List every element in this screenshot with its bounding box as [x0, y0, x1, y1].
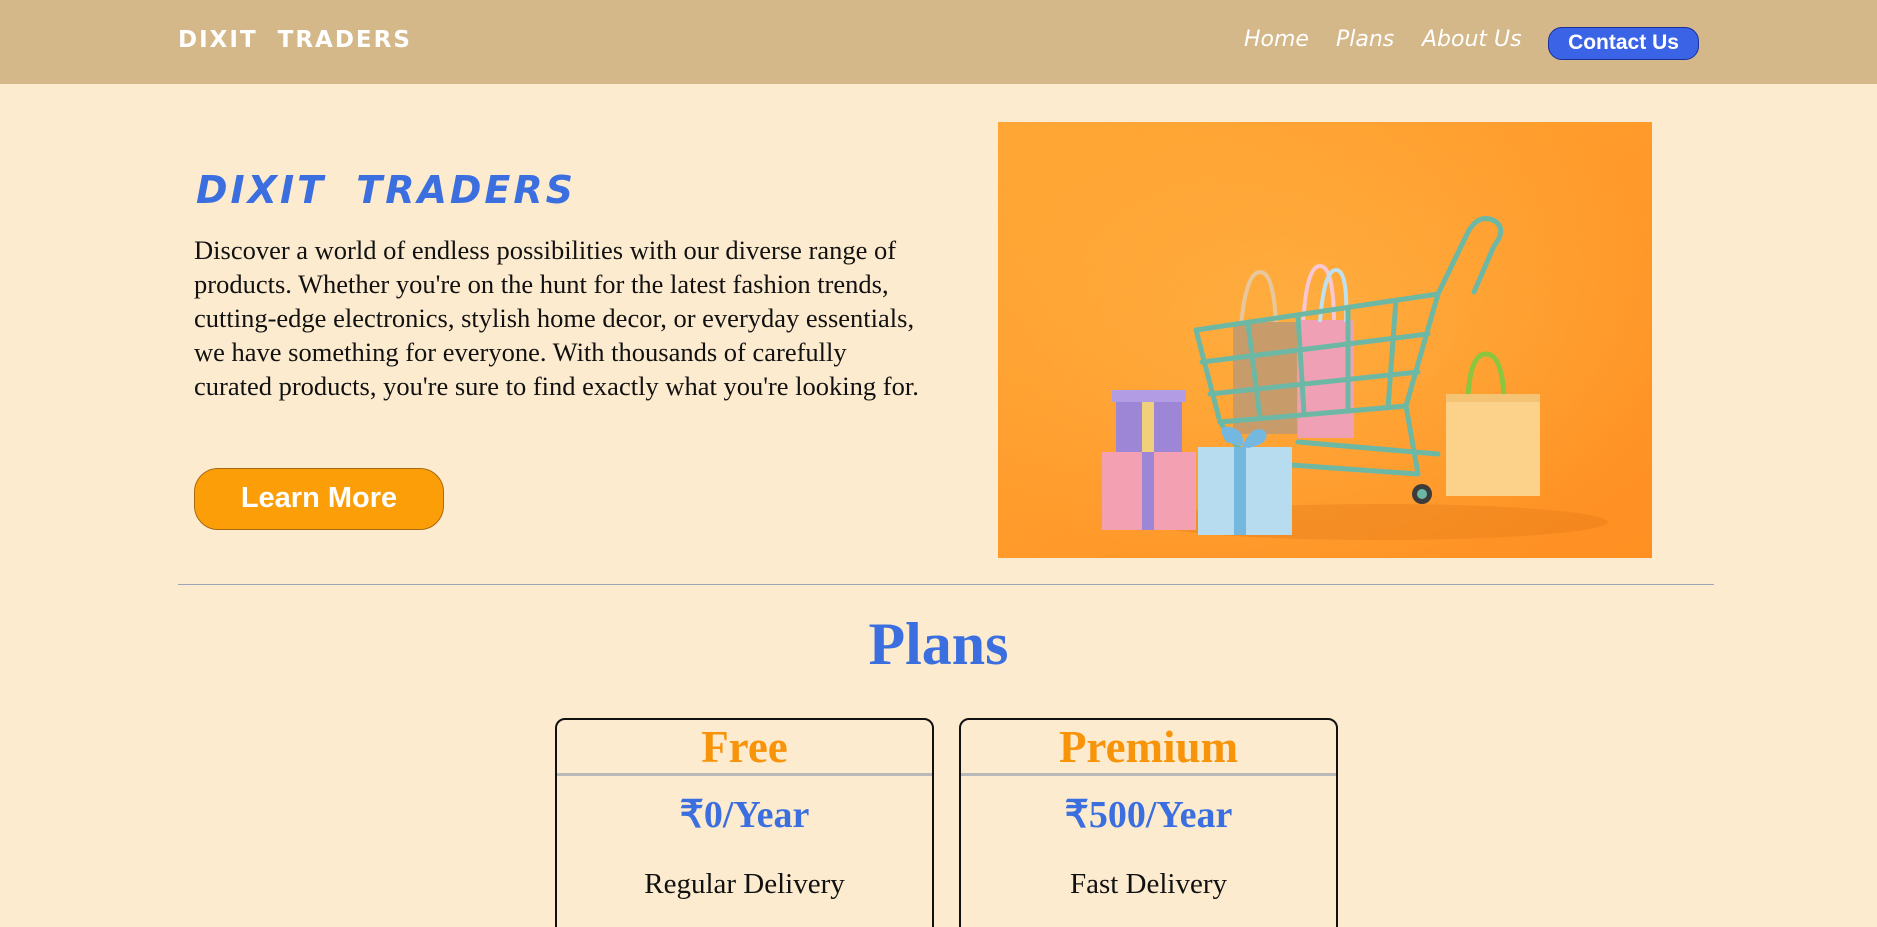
- hero-description: Discover a world of endless possibilitie…: [194, 235, 919, 401]
- section-divider: [178, 584, 1714, 585]
- learn-more-button[interactable]: Learn More: [194, 468, 444, 530]
- nav-link-plans[interactable]: Plans: [1336, 27, 1394, 52]
- plan-card-premium: Premium ₹500/Year Fast Delivery: [959, 718, 1338, 927]
- nav-link-home[interactable]: Home: [1244, 27, 1309, 52]
- plan-name: Premium: [1058, 722, 1239, 772]
- plan-card-free: Free ₹0/Year Regular Delivery: [555, 718, 934, 927]
- hero-title: DIXIT TRADERS: [196, 168, 576, 212]
- plan-price: ₹0/Year: [679, 794, 810, 836]
- plan-price: ₹500/Year: [1064, 794, 1233, 836]
- plan-feature: Regular Delivery: [644, 868, 845, 900]
- shopping-cart-gifts-image: [998, 122, 1652, 558]
- plan-divider: [557, 773, 932, 776]
- contact-us-button[interactable]: Contact Us: [1548, 27, 1699, 60]
- plan-feature: Fast Delivery: [1069, 868, 1228, 900]
- plans-heading: Plans: [868, 611, 1009, 677]
- plan-name: Free: [701, 722, 788, 772]
- plan-divider: [961, 773, 1336, 776]
- nav-link-about-us[interactable]: About Us: [1422, 27, 1522, 52]
- brand-logo[interactable]: DIXIT TRADERS: [178, 27, 412, 53]
- navbar: DIXIT TRADERS Home Plans About Us Contac…: [0, 0, 1877, 84]
